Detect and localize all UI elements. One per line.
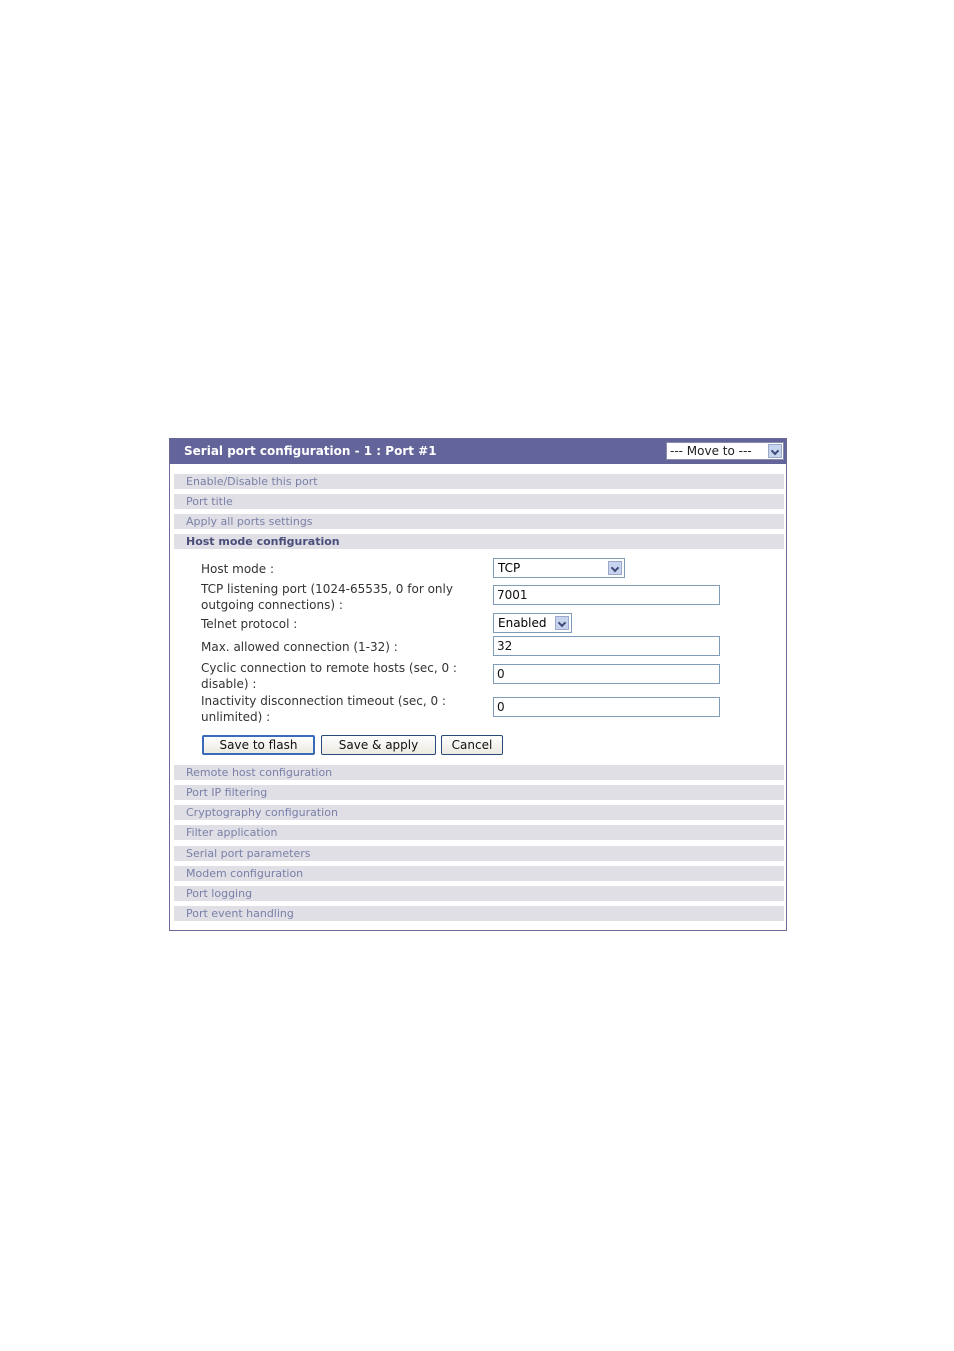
section-label: Filter application	[186, 826, 278, 839]
inactivity-input[interactable]: 0	[493, 697, 720, 717]
section-port-logging[interactable]: Port logging	[174, 886, 784, 901]
section-label: Port logging	[186, 887, 253, 900]
section-label: Remote host configuration	[186, 766, 333, 779]
chevron-down-icon[interactable]	[608, 561, 622, 575]
section-apply-all[interactable]: Apply all ports settings	[174, 514, 784, 529]
cancel-button[interactable]: Cancel	[441, 735, 503, 755]
max-conn-input[interactable]: 32	[493, 636, 720, 656]
save-to-flash-button[interactable]: Save to flash	[202, 735, 315, 755]
host-mode-value: TCP	[498, 561, 521, 575]
input-value: 7001	[497, 588, 528, 602]
telnet-label: Telnet protocol :	[201, 617, 298, 631]
section-label: Port event handling	[186, 907, 294, 920]
chevron-down-icon[interactable]	[768, 444, 782, 458]
section-serial-port-params[interactable]: Serial port parameters	[174, 846, 784, 861]
serial-port-config-panel: Serial port configuration - 1 : Port #1 …	[169, 438, 787, 931]
section-label: Cryptography configuration	[186, 806, 338, 819]
section-label: Host mode configuration	[186, 535, 340, 548]
telnet-select[interactable]: Enabled	[493, 613, 572, 633]
move-to-select[interactable]: --- Move to ---	[666, 442, 784, 460]
max-conn-label: Max. allowed connection (1-32) :	[201, 640, 398, 654]
label-line: outgoing connections) :	[201, 598, 343, 612]
tcp-port-label: TCP listening port (1024-65535, 0 for on…	[201, 581, 453, 613]
label-line: Inactivity disconnection timeout (sec, 0…	[201, 694, 446, 708]
section-host-mode[interactable]: Host mode configuration	[174, 534, 784, 549]
section-label: Modem configuration	[186, 867, 304, 880]
section-remote-host[interactable]: Remote host configuration	[174, 765, 784, 780]
section-modem[interactable]: Modem configuration	[174, 866, 784, 881]
section-label: Apply all ports settings	[186, 515, 313, 528]
input-value: 0	[497, 700, 505, 714]
panel-header: Serial port configuration - 1 : Port #1 …	[170, 439, 786, 464]
section-label: Enable/Disable this port	[186, 475, 318, 488]
label-line: Cyclic connection to remote hosts (sec, …	[201, 661, 457, 675]
host-mode-select[interactable]: TCP	[493, 558, 625, 578]
host-mode-label: Host mode :	[201, 562, 275, 576]
section-enable-disable[interactable]: Enable/Disable this port	[174, 474, 784, 489]
section-cryptography[interactable]: Cryptography configuration	[174, 805, 784, 820]
section-port-ip-filtering[interactable]: Port IP filtering	[174, 785, 784, 800]
input-value: 0	[497, 667, 505, 681]
inactivity-label: Inactivity disconnection timeout (sec, 0…	[201, 693, 446, 725]
save-apply-button[interactable]: Save & apply	[321, 735, 436, 755]
label-line: unlimited) :	[201, 710, 271, 724]
section-label: Port title	[186, 495, 233, 508]
cyclic-label: Cyclic connection to remote hosts (sec, …	[201, 660, 457, 692]
label-line: TCP listening port (1024-65535, 0 for on…	[201, 582, 453, 596]
section-port-title[interactable]: Port title	[174, 494, 784, 509]
cyclic-input[interactable]: 0	[493, 664, 720, 684]
label-line: disable) :	[201, 677, 257, 691]
chevron-down-icon[interactable]	[555, 616, 569, 630]
panel-title: Serial port configuration - 1 : Port #1	[184, 444, 437, 458]
section-port-event-handling[interactable]: Port event handling	[174, 906, 784, 921]
telnet-value: Enabled	[498, 616, 547, 630]
input-value: 32	[497, 639, 513, 653]
tcp-port-input[interactable]: 7001	[493, 585, 720, 605]
section-filter-application[interactable]: Filter application	[174, 825, 784, 840]
section-label: Serial port parameters	[186, 847, 311, 860]
move-to-value: --- Move to ---	[670, 444, 752, 458]
section-label: Port IP filtering	[186, 786, 268, 799]
